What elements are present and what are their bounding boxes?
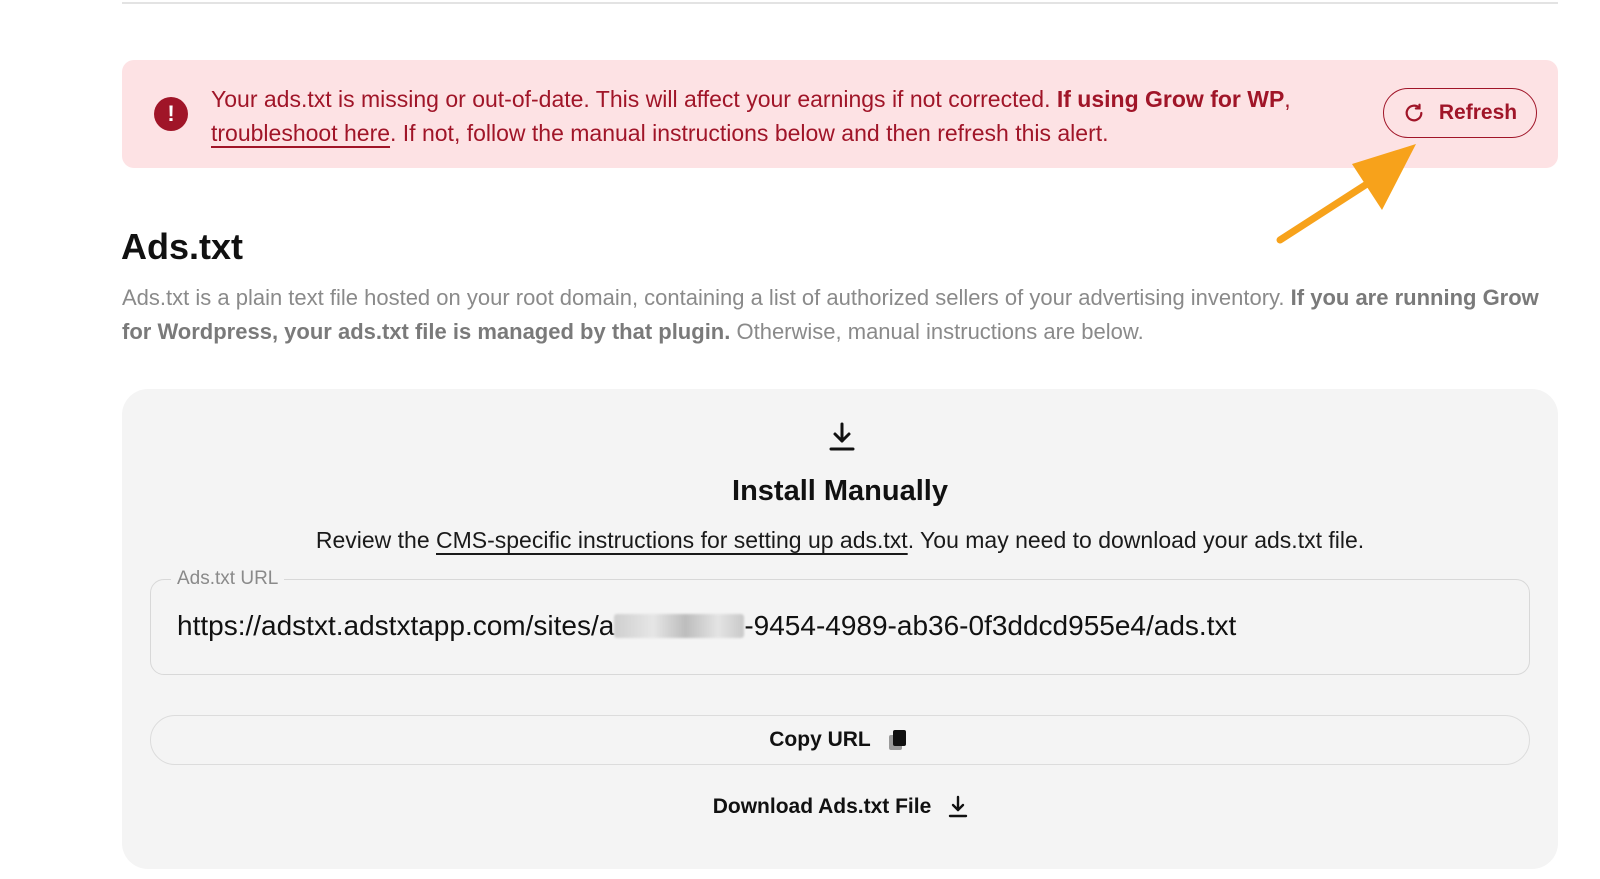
- page-title: Ads.txt: [121, 226, 244, 267]
- copy-url-button[interactable]: Copy URL: [150, 715, 1530, 765]
- download-icon: [829, 422, 855, 451]
- url-value[interactable]: https://adstxt.adstxtapp.com/sites/a -945…: [177, 610, 1507, 642]
- section-description: Ads.txt is a plain text file hosted on y…: [122, 281, 1562, 349]
- ads-txt-url-field: Ads.txt URL https://adstxt.adstxtapp.com…: [150, 568, 1530, 675]
- redacted-text: [614, 614, 745, 638]
- cms-instructions-link[interactable]: CMS-specific instructions for setting up…: [436, 527, 908, 553]
- alert-bold-text: If using Grow for WP: [1056, 86, 1285, 112]
- alert-message: Your ads.txt is missing or out-of-date. …: [211, 82, 1341, 150]
- refresh-label: Refresh: [1438, 101, 1518, 124]
- alert-comma: ,: [1284, 86, 1291, 112]
- card-desc-suffix: . You may need to download your ads.txt …: [907, 527, 1365, 553]
- alert-message-part1: Your ads.txt is missing or out-of-date. …: [211, 86, 1051, 112]
- refresh-button[interactable]: Refresh: [1383, 88, 1537, 138]
- card-description: Review the CMS-specific instructions for…: [122, 527, 1558, 554]
- card-desc-prefix: Review the: [315, 527, 430, 553]
- install-manually-card: Install Manually Review the CMS-specific…: [122, 389, 1558, 869]
- desc-part1: Ads.txt is a plain text file hosted on y…: [122, 285, 1285, 310]
- desc-part2: Otherwise, manual instructions are below…: [736, 319, 1144, 344]
- exclamation-circle-icon: !: [154, 97, 188, 131]
- copy-url-label: Copy URL: [769, 728, 871, 751]
- top-divider: [122, 2, 1558, 4]
- alert-message-part2: . If not, follow the manual instructions…: [390, 120, 1109, 146]
- card-title: Install Manually: [732, 475, 948, 507]
- url-field-label: Ads.txt URL: [171, 568, 285, 590]
- annotation-arrow: [1276, 144, 1416, 244]
- copy-icon: [888, 730, 906, 750]
- download-label: Download Ads.txt File: [712, 795, 932, 818]
- url-prefix: https://adstxt.adstxtapp.com/sites/a: [177, 610, 615, 641]
- download-icon: [949, 795, 968, 818]
- troubleshoot-link[interactable]: troubleshoot here: [211, 120, 390, 146]
- url-suffix: -9454-4989-ab36-0f3ddcd955e4/ads.txt: [744, 610, 1237, 641]
- refresh-icon: [1405, 103, 1423, 122]
- download-ads-txt-button[interactable]: Download Ads.txt File: [662, 787, 1022, 827]
